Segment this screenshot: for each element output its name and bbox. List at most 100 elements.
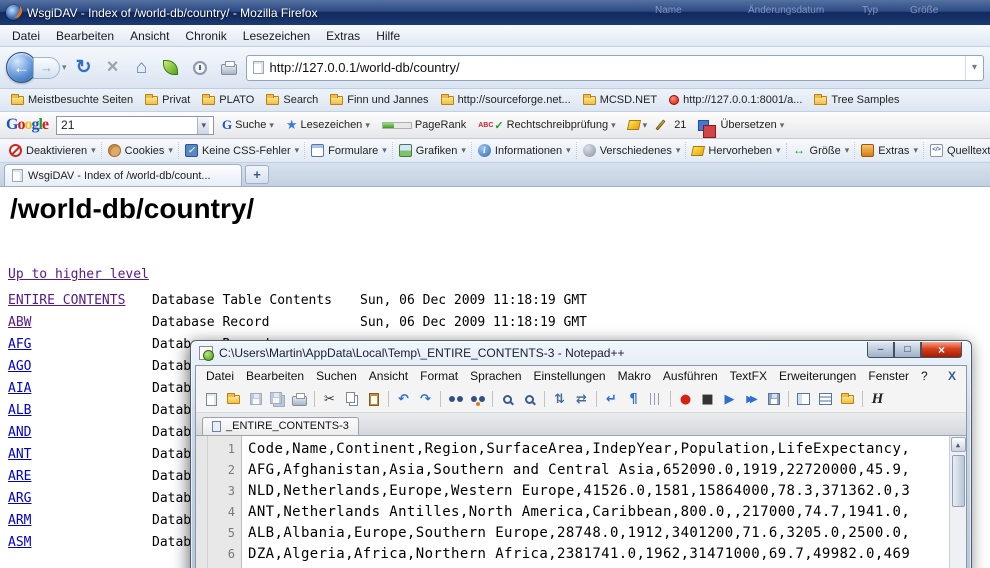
print-button[interactable] (290, 391, 309, 408)
maximize-button[interactable]: □ (894, 342, 921, 358)
show-all-characters-button[interactable]: ¶ (624, 391, 643, 408)
menu-chronik[interactable]: Chronik (177, 27, 234, 45)
forward-button[interactable]: → (33, 57, 60, 79)
bookmark-sourceforge[interactable]: http://sourceforge.net... (436, 92, 576, 108)
pagerank-indicator[interactable]: PageRank (378, 117, 470, 133)
save-all-button[interactable] (268, 391, 287, 408)
npp-menu-makro[interactable]: Makro (612, 368, 657, 384)
entry-link-are[interactable]: ARE (8, 469, 152, 484)
print-button[interactable] (217, 56, 241, 80)
npp-menu-textfx[interactable]: TextFX (724, 368, 773, 384)
webdev-informationen[interactable]: iInformationen▾ (473, 142, 577, 159)
copy-button[interactable] (342, 391, 361, 408)
url-dropdown[interactable]: ▾ (965, 56, 977, 80)
entry-link-entire-contents[interactable]: ENTIRE CONTENTS (0, 293, 152, 308)
npp-menu-bearbeiten[interactable]: Bearbeiten (240, 368, 310, 384)
run-macro-multiple-button[interactable]: ▶▶ (742, 391, 761, 408)
indent-guide-button[interactable] (646, 391, 665, 408)
npp-menu-fenster[interactable]: Fenster (862, 368, 915, 384)
scroll-up-arrow[interactable]: ▲ (951, 437, 966, 452)
url-text[interactable]: http://127.0.0.1/world-db/country/ (270, 60, 959, 75)
firefox-titlebar[interactable]: WsgiDAV - Index of /world-db/country/ - … (0, 0, 990, 25)
extension-clock-button[interactable] (188, 56, 212, 80)
extension-leaf-button[interactable] (159, 56, 183, 80)
reload-button[interactable]: ↻ (72, 56, 96, 80)
tab-wsgidav[interactable]: WsgiDAV - Index of /world-db/count... (4, 164, 242, 186)
webdev-grafiken[interactable]: Grafiken▾ (394, 142, 472, 159)
dropdown-icon[interactable]: ▾ (295, 145, 300, 156)
webdev-verschiedenes[interactable]: Verschiedenes▾ (578, 142, 687, 159)
entry-link-and[interactable]: AND (8, 425, 152, 440)
entry-link-ago[interactable]: AGO (8, 359, 152, 374)
menu-datei[interactable]: Datei (4, 27, 48, 45)
npp-menu-ansicht[interactable]: Ansicht (363, 368, 414, 384)
bookmark-search[interactable]: Search (261, 92, 323, 108)
google-search-input[interactable]: 21 ▾ (56, 116, 214, 135)
webdev-cookies[interactable]: Cookies▾ (103, 142, 179, 159)
zoom-out-button[interactable] (520, 391, 539, 408)
sync-vertical-button[interactable]: ⇅ (550, 391, 569, 408)
webdev-deaktivieren[interactable]: Deaktivieren▾ (4, 142, 102, 159)
translate-button[interactable]: Übersetzen▾ (694, 117, 788, 133)
dropdown-icon[interactable]: ▾ (566, 145, 571, 156)
stop-button[interactable]: × (101, 56, 125, 80)
dropdown-icon[interactable]: ▾ (913, 145, 918, 156)
bookmark-finn-und-jannes[interactable]: Finn und Jannes (325, 92, 433, 108)
word-wrap-button[interactable]: ↵ (602, 391, 621, 408)
bookmark-tree-samples[interactable]: Tree Samples (809, 92, 904, 108)
npp-menu-einstellungen[interactable]: Einstellungen (528, 368, 612, 384)
npp-menu-sprachen[interactable]: Sprachen (464, 368, 527, 384)
stop-macro-button[interactable]: ■ (698, 391, 717, 408)
folder-workspace-button[interactable] (838, 391, 857, 408)
npp-menu-format[interactable]: Format (414, 368, 464, 384)
cut-button[interactable]: ✂ (320, 391, 339, 408)
google-suche-button[interactable]: GSuche▾ (218, 115, 278, 135)
history-dropdown[interactable]: ▾ (62, 62, 67, 73)
hex-editor-button[interactable]: H (868, 391, 887, 408)
document-tab[interactable]: _ENTIRE_CONTENTS-3 (202, 417, 359, 435)
entry-link-asm[interactable]: ASM (8, 535, 152, 550)
google-logo[interactable]: Google (6, 116, 48, 134)
entry-link-afg[interactable]: AFG (8, 337, 152, 352)
dropdown-icon[interactable]: ▾ (382, 145, 387, 156)
bookmark-privat[interactable]: Privat (140, 92, 195, 108)
npp-menu-suchen[interactable]: Suchen (310, 368, 363, 384)
dropdown-icon[interactable]: ▾ (780, 120, 785, 131)
webdev-css[interactable]: ✓Keine CSS-Fehler▾ (180, 142, 305, 159)
replace-button[interactable] (468, 391, 487, 408)
play-macro-button[interactable]: ▶ (720, 391, 739, 408)
dropdown-icon[interactable]: ▾ (643, 120, 648, 131)
redo-button[interactable]: ↷ (416, 391, 435, 408)
dropdown-icon[interactable]: ▾ (269, 120, 274, 131)
bookmark-most-visited[interactable]: Meistbesuchte Seiten (6, 92, 138, 108)
save-macro-button[interactable] (764, 391, 783, 408)
bookmark-plato[interactable]: PLATO (197, 92, 259, 108)
new-file-button[interactable] (202, 391, 221, 408)
up-to-higher-level-link[interactable]: Up to higher level (8, 267, 149, 282)
bookmark-mcsd[interactable]: MCSD.NET (578, 92, 662, 108)
dropdown-icon[interactable]: ▾ (461, 145, 466, 156)
word-find-button[interactable]: 21 (670, 117, 690, 133)
menu-hilfe[interactable]: Hilfe (368, 27, 408, 45)
menu-bearbeiten[interactable]: Bearbeiten (48, 27, 122, 45)
dropdown-icon[interactable]: ▾ (776, 145, 781, 156)
entry-link-arm[interactable]: ARM (8, 513, 152, 528)
bookmark-localhost-8001[interactable]: http://127.0.0.1:8001/a... (664, 92, 807, 108)
webdev-hervorheben[interactable]: Hervorheben▾ (687, 143, 786, 159)
entry-link-ant[interactable]: ANT (8, 447, 152, 462)
autofill-button[interactable] (655, 117, 666, 133)
editor-text-area[interactable]: Code,Name,Continent,Region,SurfaceArea,I… (242, 436, 949, 568)
minimize-button[interactable]: – (867, 342, 894, 358)
home-button[interactable]: ⌂ (130, 56, 154, 80)
highlighter-button[interactable]: ▾ (624, 118, 652, 133)
npp-menu-ausfuehren[interactable]: Ausführen (657, 368, 724, 384)
dropdown-icon[interactable]: ▾ (365, 120, 370, 131)
webdev-groesse[interactable]: ↔Größe▾ (788, 142, 856, 159)
menu-lesezeichen[interactable]: Lesezeichen (235, 27, 318, 45)
vertical-scrollbar[interactable]: ▲ (949, 436, 966, 568)
entry-link-alb[interactable]: ALB (8, 403, 152, 418)
open-file-button[interactable] (224, 391, 243, 408)
zoom-in-button[interactable] (498, 391, 517, 408)
find-button[interactable] (446, 391, 465, 408)
new-tab-button[interactable]: + (245, 165, 269, 184)
